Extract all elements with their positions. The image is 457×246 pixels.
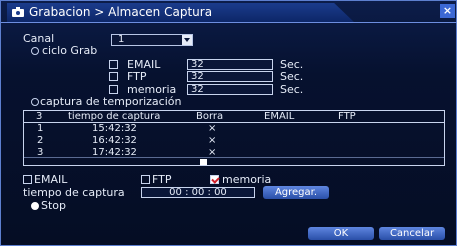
stop-label: Stop [41,199,67,212]
capture-schedule-table: 3 tiempo de captura Borra EMAIL FTP 1 15… [23,110,445,166]
canal-select[interactable]: 1 [111,34,193,46]
table-header: 3 tiempo de captura Borra EMAIL FTP [24,111,444,123]
title-bar: Grabacion > Almacen Captura × [1,1,457,23]
ciclo-email-checkbox[interactable] [109,60,118,69]
header-delete: Borra [196,111,224,122]
stop-radio[interactable] [31,202,39,210]
header-count: 3 [36,111,43,122]
ciclo-ftp-checkbox[interactable] [109,72,118,81]
camera-icon [12,7,24,17]
tiempo-captura-field[interactable]: 00 : 00 : 00 [141,187,255,198]
row-time: 15:42:32 [92,123,137,134]
ciclo-memoria-unit: Sec. [280,83,304,96]
header-ftp: FTP [338,111,356,122]
scrollbar-track[interactable] [24,157,444,158]
title-divider [1,22,457,23]
header-email: EMAIL [264,111,295,122]
tiempo-captura-label: tiempo de captura [23,186,125,199]
ciclo-email-field[interactable]: 32 [187,59,273,70]
ciclo-memoria-field[interactable]: 32 [187,84,273,95]
temp-email-label: EMAIL [34,173,68,186]
chevron-down-icon[interactable] [182,35,192,45]
add-button[interactable]: Agregar. [263,186,329,199]
cancel-button[interactable]: Cancelar [379,227,445,240]
close-icon[interactable]: × [440,4,455,18]
temporizacion-label: captura de temporización [40,95,182,108]
capture-storage-window: Grabacion > Almacen Captura × Canal 1 ci… [0,0,457,246]
temp-memoria-label: memoria [222,173,272,186]
header-time: tiempo de captura [68,111,161,122]
window-title: Grabacion > Almacen Captura [29,5,213,19]
temp-memoria-checkbox[interactable] [210,175,219,184]
ciclo-memoria-checkbox[interactable] [109,85,118,94]
ok-button[interactable]: OK [308,227,374,240]
row-number: 1 [37,123,44,134]
row-number: 2 [37,135,44,146]
canal-select-value: 1 [118,34,125,45]
temp-ftp-label: FTP [152,173,172,186]
temporizacion-radio[interactable] [31,98,39,106]
ciclo-ftp-unit: Sec. [280,70,304,83]
ciclo-ftp-label: FTP [127,70,147,83]
delete-icon[interactable]: × [208,135,216,146]
ciclo-grab-radio[interactable] [31,47,39,55]
delete-icon[interactable]: × [208,123,216,134]
temp-ftp-checkbox[interactable] [141,175,150,184]
row-time: 16:42:32 [92,135,137,146]
ciclo-grab-label: ciclo Grab [42,44,98,57]
scrollbar-thumb[interactable] [200,159,207,165]
temp-email-checkbox[interactable] [23,175,32,184]
ciclo-ftp-field[interactable]: 32 [187,71,273,82]
